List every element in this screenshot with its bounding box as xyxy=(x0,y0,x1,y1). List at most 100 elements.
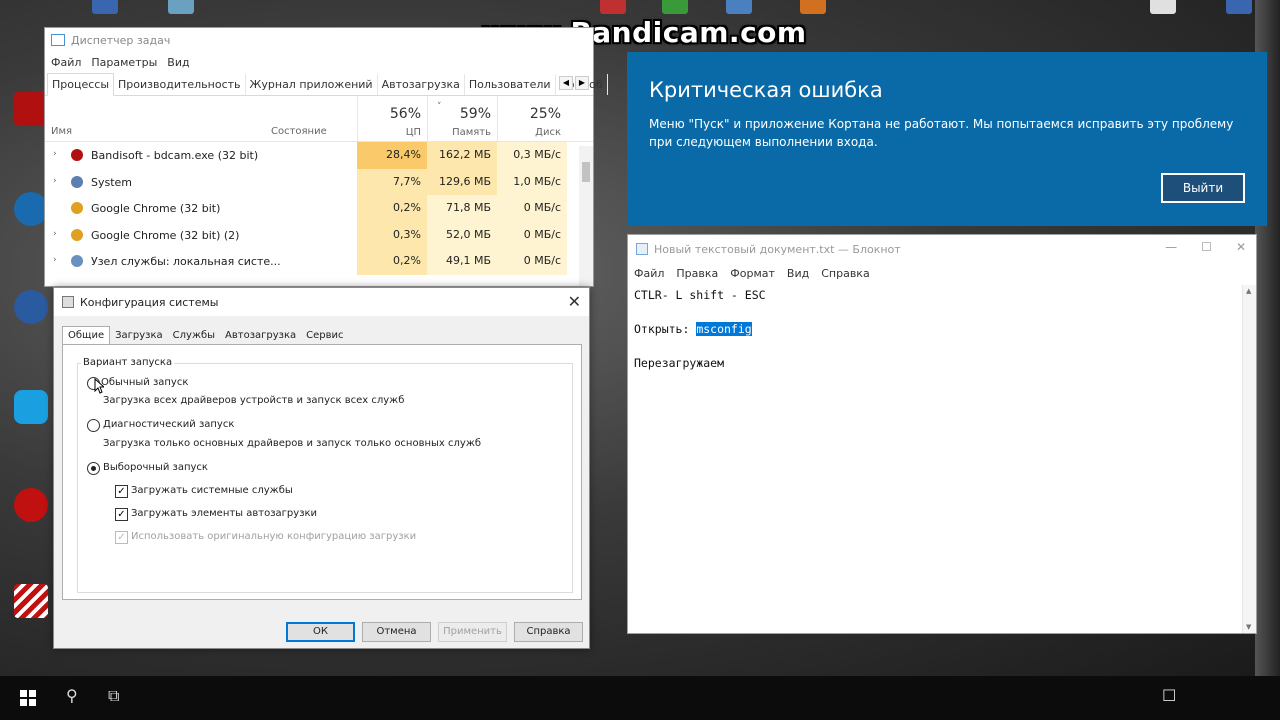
dialog-title: Конфигурация системы xyxy=(80,295,219,309)
task-manager-titlebar[interactable]: Диспетчер задач xyxy=(45,28,593,52)
radio-selective-startup[interactable] xyxy=(87,462,100,475)
column-memory[interactable]: 59% Память xyxy=(427,96,497,142)
tab-boot[interactable]: Загрузка xyxy=(110,327,168,344)
expand-chevron-icon[interactable]: › xyxy=(53,255,57,265)
checkbox-use-original-boot-config: ✓ xyxy=(115,531,128,544)
diagnostic-startup-label[interactable]: Диагностический запуск xyxy=(103,419,234,430)
mouse-cursor-icon xyxy=(94,378,104,394)
tab-startup[interactable]: Автозагрузка xyxy=(220,327,301,344)
normal-startup-label[interactable]: Обычный запуск xyxy=(101,377,188,388)
process-row[interactable]: › Google Chrome (32 bit) (2) 0,3% 52,0 МБ 0 … xyxy=(45,221,593,248)
close-icon[interactable]: ✕ xyxy=(568,292,581,311)
checkbox-load-system-services[interactable]: ✓ xyxy=(115,485,128,498)
tab-app-history[interactable]: Журнал приложений xyxy=(246,74,378,95)
process-list-scrollbar[interactable] xyxy=(579,146,593,286)
load-startup-items-label[interactable]: Загружать элементы автозагрузки xyxy=(131,508,317,519)
desktop-icon-partial[interactable] xyxy=(662,0,688,14)
msconfig-icon xyxy=(62,296,74,308)
menu-view[interactable]: Вид xyxy=(167,56,189,69)
minimize-icon[interactable]: — xyxy=(1165,240,1177,254)
menu-options[interactable]: Параметры xyxy=(91,56,157,69)
chevron-right-icon[interactable]: ▶ xyxy=(575,76,589,90)
process-row[interactable]: › Узел службы: локальная систе... 0,2% 49,1… xyxy=(45,248,593,275)
notification-icon[interactable]: ☐ xyxy=(1162,686,1176,705)
help-button[interactable]: Справка xyxy=(514,622,583,642)
column-state[interactable]: Состояние xyxy=(271,126,327,137)
desktop-icon-partial[interactable] xyxy=(168,0,194,14)
desktop-icon-partial[interactable] xyxy=(92,0,118,14)
tab-performance[interactable]: Производительность xyxy=(114,74,246,95)
disk-label: Диск xyxy=(535,127,561,138)
menu-help[interactable]: Справка xyxy=(821,267,869,280)
notepad-scrollbar[interactable]: ▲ ▼ xyxy=(1242,285,1256,633)
menu-format[interactable]: Формат xyxy=(730,267,775,280)
menu-file[interactable]: Файл xyxy=(51,56,81,69)
column-cpu[interactable]: 56% ЦП xyxy=(357,96,427,142)
menu-view[interactable]: Вид xyxy=(787,267,809,280)
tab-scroll-arrows: ◀ ▶ xyxy=(559,76,589,90)
notepad-text-area[interactable]: CTLR- L shift - ESC Открыть: msconfig Пе… xyxy=(634,287,1234,372)
process-table-header: Имя Состояние ˅ 56% ЦП 59% Память 25% Ди… xyxy=(45,96,593,142)
task-manager-window: Диспетчер задач Файл Параметры Вид Проце… xyxy=(44,27,608,287)
desktop-icon-tunngle[interactable] xyxy=(14,584,48,618)
tab-general[interactable]: Общие xyxy=(62,326,111,345)
expand-chevron-icon[interactable]: › xyxy=(53,229,57,239)
notepad-icon xyxy=(636,243,648,255)
chevron-left-icon[interactable]: ◀ xyxy=(559,76,573,90)
process-row[interactable]: › System 7,7% 129,6 МБ 1,0 МБ/с xyxy=(45,168,593,195)
dialog-titlebar[interactable]: Конфигурация системы ✕ xyxy=(54,288,589,316)
desktop-icon-partial[interactable] xyxy=(600,0,626,14)
menu-edit[interactable]: Правка xyxy=(676,267,718,280)
scrollbar-thumb[interactable] xyxy=(582,162,590,182)
tab-services[interactable]: Службы xyxy=(168,327,220,344)
windows-start-icon[interactable] xyxy=(20,690,36,706)
process-name: System xyxy=(91,175,133,189)
notepad-titlebar[interactable]: Новый текстовый документ.txt — Блокнот —… xyxy=(628,235,1256,263)
column-disk[interactable]: 25% Диск xyxy=(497,96,567,142)
radio-diagnostic-startup[interactable] xyxy=(87,419,100,432)
expand-chevron-icon[interactable]: › xyxy=(53,176,57,186)
process-row[interactable]: › Bandisoft - bdcam.exe (32 bit) 28,4% 162,… xyxy=(45,142,593,169)
desktop-icon-partial[interactable] xyxy=(1226,0,1252,14)
load-system-services-label[interactable]: Загружать системные службы xyxy=(131,485,293,496)
process-cpu: 0,3% xyxy=(357,221,427,248)
task-view-icon[interactable]: ⧉ xyxy=(108,686,119,706)
tab-processes[interactable]: Процессы xyxy=(47,73,115,96)
cpu-label: ЦП xyxy=(405,127,421,138)
scroll-down-icon[interactable]: ▼ xyxy=(1246,623,1251,631)
desktop-icon-partial[interactable] xyxy=(1150,0,1176,14)
task-manager-tabs: Процессы Производительность Журнал прило… xyxy=(45,72,608,96)
column-name[interactable]: Имя xyxy=(51,126,72,137)
desktop-icon-partial[interactable] xyxy=(800,0,826,14)
use-original-boot-config-label: Использовать оригинальную конфигурацию з… xyxy=(131,531,417,542)
diagnostic-startup-desc: Загрузка только основных драйверов и зап… xyxy=(103,438,481,449)
process-row[interactable]: Google Chrome (32 bit) 0,2% 71,8 МБ 0 МБ/с xyxy=(45,195,593,222)
process-disk: 0 МБ/с xyxy=(497,221,567,248)
search-icon[interactable]: ⚲ xyxy=(66,686,78,705)
menu-file[interactable]: Файл xyxy=(634,267,664,280)
cancel-button[interactable]: Отмена xyxy=(362,622,431,642)
selective-startup-label[interactable]: Выборочный запуск xyxy=(103,462,208,473)
desktop-icon-hp-support[interactable] xyxy=(14,192,48,226)
ok-button[interactable]: ОК xyxy=(286,622,355,642)
process-name: Google Chrome (32 bit) (2) xyxy=(91,228,240,242)
tab-tools[interactable]: Сервис xyxy=(301,327,348,344)
process-cpu: 28,4% xyxy=(357,142,427,169)
cpu-total: 56% xyxy=(389,106,421,122)
critical-error-title: Критическая ошибка xyxy=(649,78,883,102)
sign-out-button[interactable]: Выйти xyxy=(1161,173,1245,203)
checkbox-load-startup-items[interactable]: ✓ xyxy=(115,508,128,521)
desktop-icon-bandicam[interactable] xyxy=(14,488,48,522)
desktop-icon-cpuid[interactable] xyxy=(14,290,48,324)
tab-users[interactable]: Пользователи xyxy=(465,74,556,95)
tab-startup[interactable]: Автозагрузка xyxy=(378,74,465,95)
desktop-icon-partial[interactable] xyxy=(726,0,752,14)
close-icon[interactable]: ✕ xyxy=(1236,240,1246,254)
open-prefix: Открыть: xyxy=(634,322,697,336)
expand-chevron-icon[interactable]: › xyxy=(53,149,57,159)
maximize-icon[interactable]: ☐ xyxy=(1201,240,1212,254)
desktop-icon-acrobat[interactable] xyxy=(14,92,48,126)
scroll-up-icon[interactable]: ▲ xyxy=(1246,287,1251,295)
notepad-window: Новый текстовый документ.txt — Блокнот —… xyxy=(627,234,1257,634)
desktop-icon-skype[interactable] xyxy=(14,390,48,424)
